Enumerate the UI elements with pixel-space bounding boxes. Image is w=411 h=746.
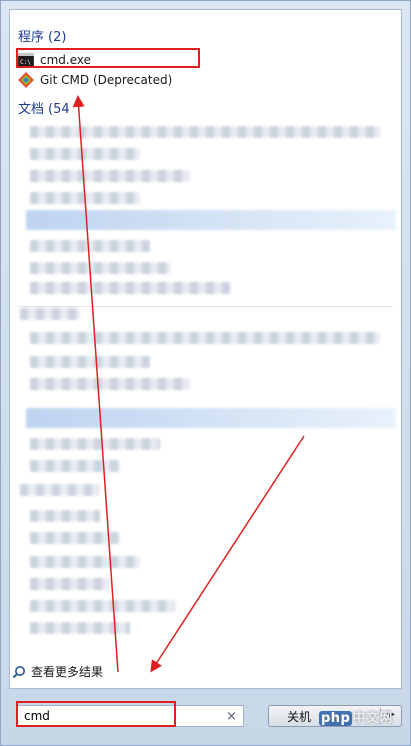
section-divider (18, 306, 393, 307)
blurred-result-row[interactable] (30, 556, 140, 568)
search-input[interactable]: cmd × (17, 705, 244, 727)
blurred-result-row[interactable] (30, 262, 170, 274)
programs-count: (2) (48, 30, 67, 45)
blurred-result-row[interactable] (30, 240, 150, 252)
blurred-result-row[interactable] (30, 460, 120, 472)
blurred-result-row[interactable] (30, 356, 150, 368)
blurred-selected-row[interactable] (26, 408, 396, 428)
watermark-text: 中文网 (352, 711, 393, 726)
git-icon (18, 72, 34, 88)
blurred-selected-row[interactable] (26, 210, 396, 230)
watermark: php 中文网 (319, 707, 393, 726)
result-item-cmd[interactable]: C:\ cmd.exe (18, 50, 91, 70)
blurred-result-row[interactable] (30, 622, 130, 634)
search-input-value: cmd (24, 709, 50, 723)
result-item-label: Git CMD (Deprecated) (40, 73, 173, 87)
programs-section-title: 程序 (2) (18, 26, 66, 45)
programs-title: 程序 (18, 30, 45, 45)
blurred-result-row[interactable] (30, 332, 380, 344)
blurred-result-row[interactable] (30, 148, 140, 160)
documents-section-title: 文档 (54 (18, 98, 70, 117)
documents-title: 文档 (18, 102, 45, 117)
blurred-result-row[interactable] (30, 438, 160, 450)
shutdown-label: 关机 (287, 709, 312, 724)
blurred-section-title (20, 308, 80, 320)
blurred-result-row[interactable] (30, 578, 110, 590)
blurred-result-row[interactable] (30, 378, 190, 390)
blurred-section-title (20, 484, 100, 496)
blurred-result-row[interactable] (30, 282, 230, 294)
search-icon (11, 664, 27, 680)
see-more-results-link[interactable]: 查看更多结果 (11, 663, 103, 680)
blurred-result-row[interactable] (30, 126, 380, 138)
blurred-result-row[interactable] (30, 192, 140, 204)
watermark-php: php (319, 711, 353, 726)
blurred-result-row[interactable] (30, 532, 120, 544)
documents-count: (54 (48, 102, 70, 117)
see-more-results-label: 查看更多结果 (31, 665, 104, 679)
blurred-result-row[interactable] (30, 170, 190, 182)
result-item-label: cmd.exe (40, 53, 92, 67)
cmd-icon: C:\ (18, 52, 34, 68)
clear-icon[interactable]: × (226, 709, 237, 724)
search-results-panel: 程序 (2) C:\ cmd.exe Git CMD (Deprecated) … (9, 9, 402, 689)
result-item-git-cmd[interactable]: Git CMD (Deprecated) (18, 70, 172, 90)
start-menu-window: 程序 (2) C:\ cmd.exe Git CMD (Deprecated) … (0, 0, 411, 746)
svg-text:C:\: C:\ (20, 59, 31, 66)
blurred-result-row[interactable] (30, 600, 175, 612)
blurred-result-row[interactable] (30, 510, 100, 522)
